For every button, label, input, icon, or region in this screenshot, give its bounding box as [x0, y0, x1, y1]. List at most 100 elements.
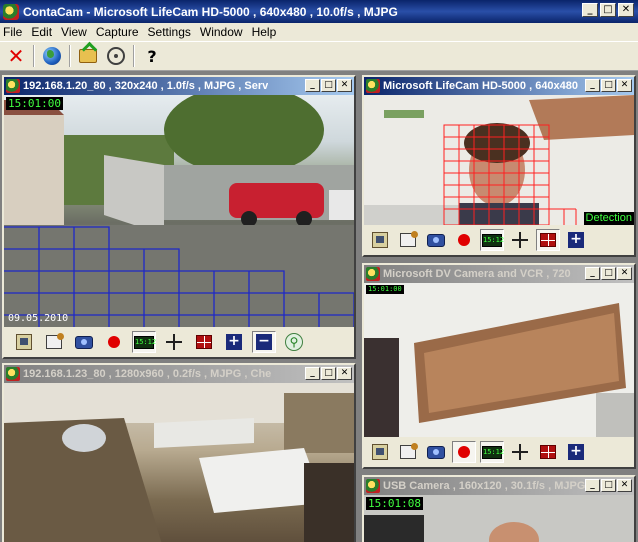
- camera-minimize-button[interactable]: _: [585, 79, 600, 92]
- camera-maximize-button[interactable]: □: [321, 367, 336, 380]
- camera-title-bar[interactable]: 192.168.1.20_80 , 320x240 , 1.0f/s , MJP…: [4, 77, 354, 95]
- snapshot-button[interactable]: [12, 331, 36, 353]
- camera-close-button[interactable]: ✕: [337, 367, 352, 380]
- help-button[interactable]: ?: [138, 43, 166, 69]
- camera-video-usb[interactable]: 15:01:08: [364, 495, 634, 542]
- camera-title-bar[interactable]: Microsoft DV Camera and VCR , 720 _ □ ✕: [364, 265, 634, 283]
- snapshot-icon: [372, 444, 388, 460]
- camera-maximize-button[interactable]: □: [321, 79, 336, 92]
- detection-zones-button[interactable]: [536, 441, 560, 463]
- camera-video-dv[interactable]: 15:01:00: [364, 283, 634, 437]
- main-toolbar: ✕ ?: [0, 41, 638, 71]
- camera-settings-button[interactable]: [424, 229, 448, 251]
- zone-add-button[interactable]: +: [564, 229, 588, 251]
- camera-video-shop[interactable]: [4, 383, 354, 542]
- camera-window-shop[interactable]: 192.168.1.23_80 , 1280x960 , 0.2f/s , MJ…: [2, 363, 356, 542]
- camera-maximize-button[interactable]: □: [601, 267, 616, 280]
- camera-maximize-button[interactable]: □: [601, 79, 616, 92]
- window-title: ContaCam - Microsoft LifeCam HD-5000 , 6…: [23, 4, 398, 19]
- close-device-button[interactable]: ✕: [2, 43, 30, 69]
- camera-window-dv[interactable]: Microsoft DV Camera and VCR , 720 _ □ ✕ …: [362, 263, 636, 469]
- move-icon: [165, 333, 183, 351]
- settings-button[interactable]: [102, 43, 130, 69]
- camera-video-lifecam[interactable]: Detection: [364, 95, 634, 225]
- maximize-button[interactable]: □: [600, 3, 616, 17]
- camera-minimize-button[interactable]: _: [585, 479, 600, 492]
- camera-settings-button[interactable]: [424, 441, 448, 463]
- house: [4, 115, 64, 225]
- toolbar-separator: [133, 45, 135, 67]
- camera-window-street[interactable]: 192.168.1.20_80 , 320x240 , 1.0f/s , MJP…: [2, 75, 356, 359]
- timestamp-icon: 15:12: [482, 233, 504, 247]
- snapshot-button[interactable]: [368, 229, 392, 251]
- camera-properties-button[interactable]: [396, 229, 420, 251]
- detection-zones-button[interactable]: [536, 229, 560, 251]
- camera-title-bar[interactable]: USB Camera , 160x120 , 30.1f/s , MJPG _ …: [364, 477, 634, 495]
- menu-view[interactable]: View: [58, 23, 93, 41]
- zone-sensitivity-button[interactable]: ⚲: [282, 331, 306, 353]
- contacam-logo-icon[interactable]: [3, 3, 19, 20]
- camera-minimize-button[interactable]: _: [585, 267, 600, 280]
- record-button[interactable]: [452, 441, 476, 463]
- zone-add-button[interactable]: +: [222, 331, 246, 353]
- menu-window[interactable]: Window: [197, 23, 249, 41]
- menu-file[interactable]: File: [0, 23, 28, 41]
- close-button[interactable]: ✕: [618, 3, 634, 17]
- plant-shelf: [384, 110, 424, 118]
- camera-close-button[interactable]: ✕: [617, 267, 632, 280]
- contacam-app-window: ContaCam - Microsoft LifeCam HD-5000 , 6…: [0, 0, 638, 542]
- camera-video-street[interactable]: 15:01:00 09.05.2010: [4, 95, 354, 327]
- record-button[interactable]: [102, 331, 126, 353]
- window-controls: _ □ ✕: [582, 3, 634, 17]
- camera-toolbar: 15:12 + − ⚲: [4, 327, 354, 357]
- camera-close-button[interactable]: ✕: [617, 479, 632, 492]
- camera-window-lifecam[interactable]: Microsoft LifeCam HD-5000 , 640x480 _ □ …: [362, 75, 636, 257]
- camera-minimize-button[interactable]: _: [305, 79, 320, 92]
- camera-settings-button[interactable]: [72, 331, 96, 353]
- camera-icon: [427, 445, 445, 459]
- main-title-bar[interactable]: ContaCam - Microsoft LifeCam HD-5000 , 6…: [0, 0, 638, 23]
- camera-window-usb[interactable]: USB Camera , 160x120 , 30.1f/s , MJPG _ …: [362, 475, 636, 542]
- red-car: [229, 183, 324, 218]
- camera-window-icon: [6, 367, 20, 381]
- toolbar-separator: [69, 45, 71, 67]
- car-wheel: [296, 211, 312, 227]
- properties-icon: [400, 443, 418, 459]
- time-overlay: 15:01:00: [366, 285, 404, 294]
- timestamp-toggle-button[interactable]: 15:12: [480, 441, 504, 463]
- office-face-scene: [364, 95, 634, 225]
- camera-close-button[interactable]: ✕: [617, 79, 632, 92]
- move-button[interactable]: [508, 441, 532, 463]
- menu-capture[interactable]: Capture: [93, 23, 145, 41]
- zone-remove-button[interactable]: −: [252, 331, 276, 353]
- zone-add-button[interactable]: +: [564, 441, 588, 463]
- detection-label: Detection: [583, 212, 634, 225]
- close-icon: ✕: [7, 44, 25, 68]
- camera-title-bar[interactable]: 192.168.1.23_80 , 1280x960 , 0.2f/s , MJ…: [4, 365, 354, 383]
- camera-window-icon: [366, 79, 380, 93]
- timestamp-toggle-button[interactable]: 15:12: [132, 331, 156, 353]
- camera-properties-button[interactable]: [42, 331, 66, 353]
- shelf: [596, 393, 634, 437]
- camera-maximize-button[interactable]: □: [601, 479, 616, 492]
- menu-edit[interactable]: Edit: [28, 23, 58, 41]
- network-button[interactable]: [38, 43, 66, 69]
- detection-zones-button[interactable]: [192, 331, 216, 353]
- record-button[interactable]: [452, 229, 476, 251]
- camera-minimize-button[interactable]: _: [305, 367, 320, 380]
- camera-close-button[interactable]: ✕: [337, 79, 352, 92]
- move-button[interactable]: [508, 229, 532, 251]
- detection-grid-icon: [540, 445, 556, 459]
- snapshot-button[interactable]: [368, 441, 392, 463]
- camera-properties-button[interactable]: [396, 441, 420, 463]
- move-button[interactable]: [162, 331, 186, 353]
- camera-title-bar[interactable]: Microsoft LifeCam HD-5000 , 640x480 _ □ …: [364, 77, 634, 95]
- minimize-button[interactable]: _: [582, 3, 598, 17]
- white-car: [329, 190, 354, 220]
- menu-settings[interactable]: Settings: [145, 23, 197, 41]
- timestamp-toggle-button[interactable]: 15:12: [480, 229, 504, 251]
- help-icon: ?: [147, 46, 157, 66]
- open-files-button[interactable]: [74, 43, 102, 69]
- camera-window-icon: [6, 79, 20, 93]
- menu-help[interactable]: Help: [249, 23, 283, 41]
